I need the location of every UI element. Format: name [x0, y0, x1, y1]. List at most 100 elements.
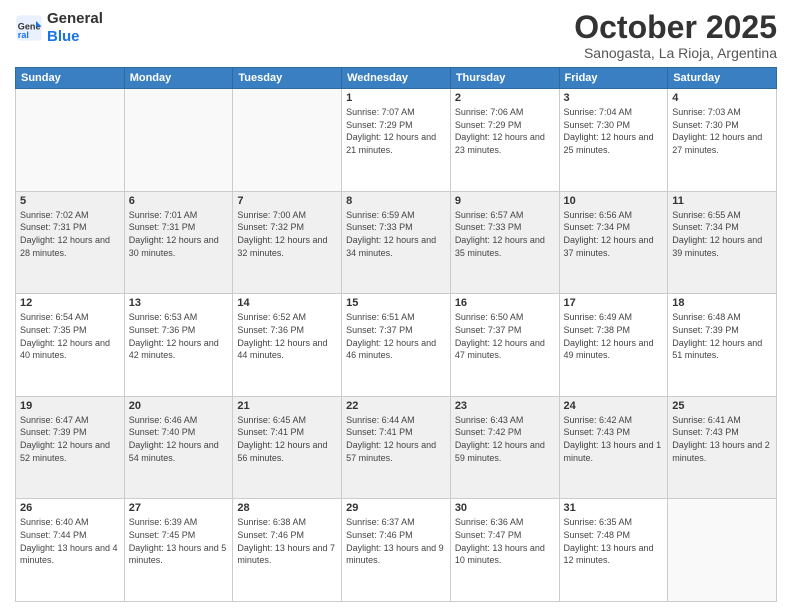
- table-row: 20 Sunrise: 6:46 AM Sunset: 7:40 PM Dayli…: [124, 396, 233, 499]
- day-info: Sunrise: 6:54 AM Sunset: 7:35 PM Dayligh…: [20, 311, 120, 361]
- day-info: Sunrise: 6:52 AM Sunset: 7:36 PM Dayligh…: [237, 311, 337, 361]
- day-info: Sunrise: 7:01 AM Sunset: 7:31 PM Dayligh…: [129, 209, 229, 259]
- day-number: 6: [129, 195, 229, 207]
- month-title: October 2025: [574, 10, 777, 45]
- table-row: 3Sunrise: 7:04 AM Sunset: 7:30 PM Daylig…: [559, 89, 668, 192]
- table-row: 6 Sunrise: 7:01 AM Sunset: 7:31 PM Daylig…: [124, 191, 233, 294]
- day-number: 14: [237, 297, 337, 309]
- day-info: Sunrise: 7:07 AM Sunset: 7:29 PM Dayligh…: [346, 106, 446, 156]
- day-number: 5: [20, 195, 120, 207]
- day-info: Sunrise: 6:41 AM Sunset: 7:43 PM Dayligh…: [672, 414, 772, 464]
- table-row: 22 Sunrise: 6:44 AM Sunset: 7:41 PM Dayli…: [342, 396, 451, 499]
- day-info: Sunrise: 6:53 AM Sunset: 7:36 PM Dayligh…: [129, 311, 229, 361]
- logo-icon: Gene ral: [15, 14, 43, 42]
- day-info: Sunrise: 7:03 AM Sunset: 7:30 PM Dayligh…: [672, 106, 772, 156]
- table-row: 11Sunrise: 6:55 AM Sunset: 7:34 PM Dayli…: [668, 191, 777, 294]
- calendar-table: Sunday Monday Tuesday Wednesday Thursday…: [15, 67, 777, 602]
- day-info: Sunrise: 6:49 AM Sunset: 7:38 PM Dayligh…: [564, 311, 664, 361]
- day-number: 8: [346, 195, 446, 207]
- day-number: 19: [20, 400, 120, 412]
- day-number: 11: [672, 195, 772, 207]
- day-number: 4: [672, 92, 772, 104]
- col-tuesday: Tuesday: [233, 68, 342, 89]
- table-row: 23 Sunrise: 6:43 AM Sunset: 7:42 PM Dayli…: [450, 396, 559, 499]
- day-info: Sunrise: 6:59 AM Sunset: 7:33 PM Dayligh…: [346, 209, 446, 259]
- day-info: Sunrise: 6:47 AM Sunset: 7:39 PM Dayligh…: [20, 414, 120, 464]
- day-number: 1: [346, 92, 446, 104]
- logo: Gene ral General Blue: [15, 10, 103, 46]
- table-row: 10Sunrise: 6:56 AM Sunset: 7:34 PM Dayli…: [559, 191, 668, 294]
- col-thursday: Thursday: [450, 68, 559, 89]
- day-info: Sunrise: 6:38 AM Sunset: 7:46 PM Dayligh…: [237, 516, 337, 566]
- day-info: Sunrise: 6:39 AM Sunset: 7:45 PM Dayligh…: [129, 516, 229, 566]
- day-info: Sunrise: 6:35 AM Sunset: 7:48 PM Dayligh…: [564, 516, 664, 566]
- table-row: 13 Sunrise: 6:53 AM Sunset: 7:36 PM Dayli…: [124, 294, 233, 397]
- day-number: 25: [672, 400, 772, 412]
- day-number: 10: [564, 195, 664, 207]
- table-row: 1 Sunrise: 7:07 AM Sunset: 7:29 PM Daylig…: [342, 89, 451, 192]
- table-row: 9 Sunrise: 6:57 AM Sunset: 7:33 PM Daylig…: [450, 191, 559, 294]
- table-row: 18 Sunrise: 6:48 AM Sunset: 7:39 PM Dayli…: [668, 294, 777, 397]
- table-row: 4 Sunrise: 7:03 AM Sunset: 7:30 PM Daylig…: [668, 89, 777, 192]
- calendar-week-row: 1 Sunrise: 7:07 AM Sunset: 7:29 PM Daylig…: [16, 89, 777, 192]
- day-info: Sunrise: 6:40 AM Sunset: 7:44 PM Dayligh…: [20, 516, 120, 566]
- logo-text: General Blue: [47, 10, 103, 46]
- day-number: 23: [455, 400, 555, 412]
- day-info: Sunrise: 6:57 AM Sunset: 7:33 PM Dayligh…: [455, 209, 555, 259]
- day-number: 24: [564, 400, 664, 412]
- table-row: 17Sunrise: 6:49 AM Sunset: 7:38 PM Dayli…: [559, 294, 668, 397]
- calendar-week-row: 5 Sunrise: 7:02 AM Sunset: 7:31 PM Daylig…: [16, 191, 777, 294]
- table-row: [668, 499, 777, 602]
- day-info: Sunrise: 6:50 AM Sunset: 7:37 PM Dayligh…: [455, 311, 555, 361]
- day-info: Sunrise: 6:43 AM Sunset: 7:42 PM Dayligh…: [455, 414, 555, 464]
- table-row: 29Sunrise: 6:37 AM Sunset: 7:46 PM Dayli…: [342, 499, 451, 602]
- calendar-week-row: 26 Sunrise: 6:40 AM Sunset: 7:44 PM Dayli…: [16, 499, 777, 602]
- table-row: 30Sunrise: 6:36 AM Sunset: 7:47 PM Dayli…: [450, 499, 559, 602]
- day-info: Sunrise: 6:48 AM Sunset: 7:39 PM Dayligh…: [672, 311, 772, 361]
- table-row: 7 Sunrise: 7:00 AM Sunset: 7:32 PM Daylig…: [233, 191, 342, 294]
- day-number: 15: [346, 297, 446, 309]
- table-row: 8 Sunrise: 6:59 AM Sunset: 7:33 PM Daylig…: [342, 191, 451, 294]
- header: Gene ral General Blue October 2025 Sanog…: [15, 10, 777, 61]
- day-number: 7: [237, 195, 337, 207]
- day-info: Sunrise: 6:36 AM Sunset: 7:47 PM Dayligh…: [455, 516, 555, 566]
- day-info: Sunrise: 6:45 AM Sunset: 7:41 PM Dayligh…: [237, 414, 337, 464]
- table-row: 12Sunrise: 6:54 AM Sunset: 7:35 PM Dayli…: [16, 294, 125, 397]
- day-info: Sunrise: 7:04 AM Sunset: 7:30 PM Dayligh…: [564, 106, 664, 156]
- table-row: 28 Sunrise: 6:38 AM Sunset: 7:46 PM Dayli…: [233, 499, 342, 602]
- table-row: 24Sunrise: 6:42 AM Sunset: 7:43 PM Dayli…: [559, 396, 668, 499]
- table-row: 5 Sunrise: 7:02 AM Sunset: 7:31 PM Daylig…: [16, 191, 125, 294]
- day-number: 20: [129, 400, 229, 412]
- table-row: [16, 89, 125, 192]
- title-section: October 2025 Sanogasta, La Rioja, Argent…: [574, 10, 777, 61]
- table-row: 15Sunrise: 6:51 AM Sunset: 7:37 PM Dayli…: [342, 294, 451, 397]
- table-row: 25 Sunrise: 6:41 AM Sunset: 7:43 PM Dayli…: [668, 396, 777, 499]
- day-info: Sunrise: 7:06 AM Sunset: 7:29 PM Dayligh…: [455, 106, 555, 156]
- col-friday: Friday: [559, 68, 668, 89]
- day-number: 28: [237, 502, 337, 514]
- table-row: 19 Sunrise: 6:47 AM Sunset: 7:39 PM Dayli…: [16, 396, 125, 499]
- day-info: Sunrise: 7:00 AM Sunset: 7:32 PM Dayligh…: [237, 209, 337, 259]
- table-row: 16 Sunrise: 6:50 AM Sunset: 7:37 PM Dayli…: [450, 294, 559, 397]
- table-row: 2 Sunrise: 7:06 AM Sunset: 7:29 PM Daylig…: [450, 89, 559, 192]
- table-row: 26 Sunrise: 6:40 AM Sunset: 7:44 PM Dayli…: [16, 499, 125, 602]
- calendar-header-row: Sunday Monday Tuesday Wednesday Thursday…: [16, 68, 777, 89]
- day-number: 26: [20, 502, 120, 514]
- day-number: 22: [346, 400, 446, 412]
- day-number: 13: [129, 297, 229, 309]
- day-number: 27: [129, 502, 229, 514]
- day-info: Sunrise: 6:46 AM Sunset: 7:40 PM Dayligh…: [129, 414, 229, 464]
- table-row: 14 Sunrise: 6:52 AM Sunset: 7:36 PM Dayli…: [233, 294, 342, 397]
- day-info: Sunrise: 6:44 AM Sunset: 7:41 PM Dayligh…: [346, 414, 446, 464]
- col-wednesday: Wednesday: [342, 68, 451, 89]
- calendar-week-row: 19 Sunrise: 6:47 AM Sunset: 7:39 PM Dayli…: [16, 396, 777, 499]
- page: Gene ral General Blue October 2025 Sanog…: [0, 0, 792, 612]
- day-info: Sunrise: 7:02 AM Sunset: 7:31 PM Dayligh…: [20, 209, 120, 259]
- table-row: 21 Sunrise: 6:45 AM Sunset: 7:41 PM Dayli…: [233, 396, 342, 499]
- day-number: 18: [672, 297, 772, 309]
- day-info: Sunrise: 6:37 AM Sunset: 7:46 PM Dayligh…: [346, 516, 446, 566]
- day-number: 16: [455, 297, 555, 309]
- day-number: 2: [455, 92, 555, 104]
- day-number: 9: [455, 195, 555, 207]
- day-number: 21: [237, 400, 337, 412]
